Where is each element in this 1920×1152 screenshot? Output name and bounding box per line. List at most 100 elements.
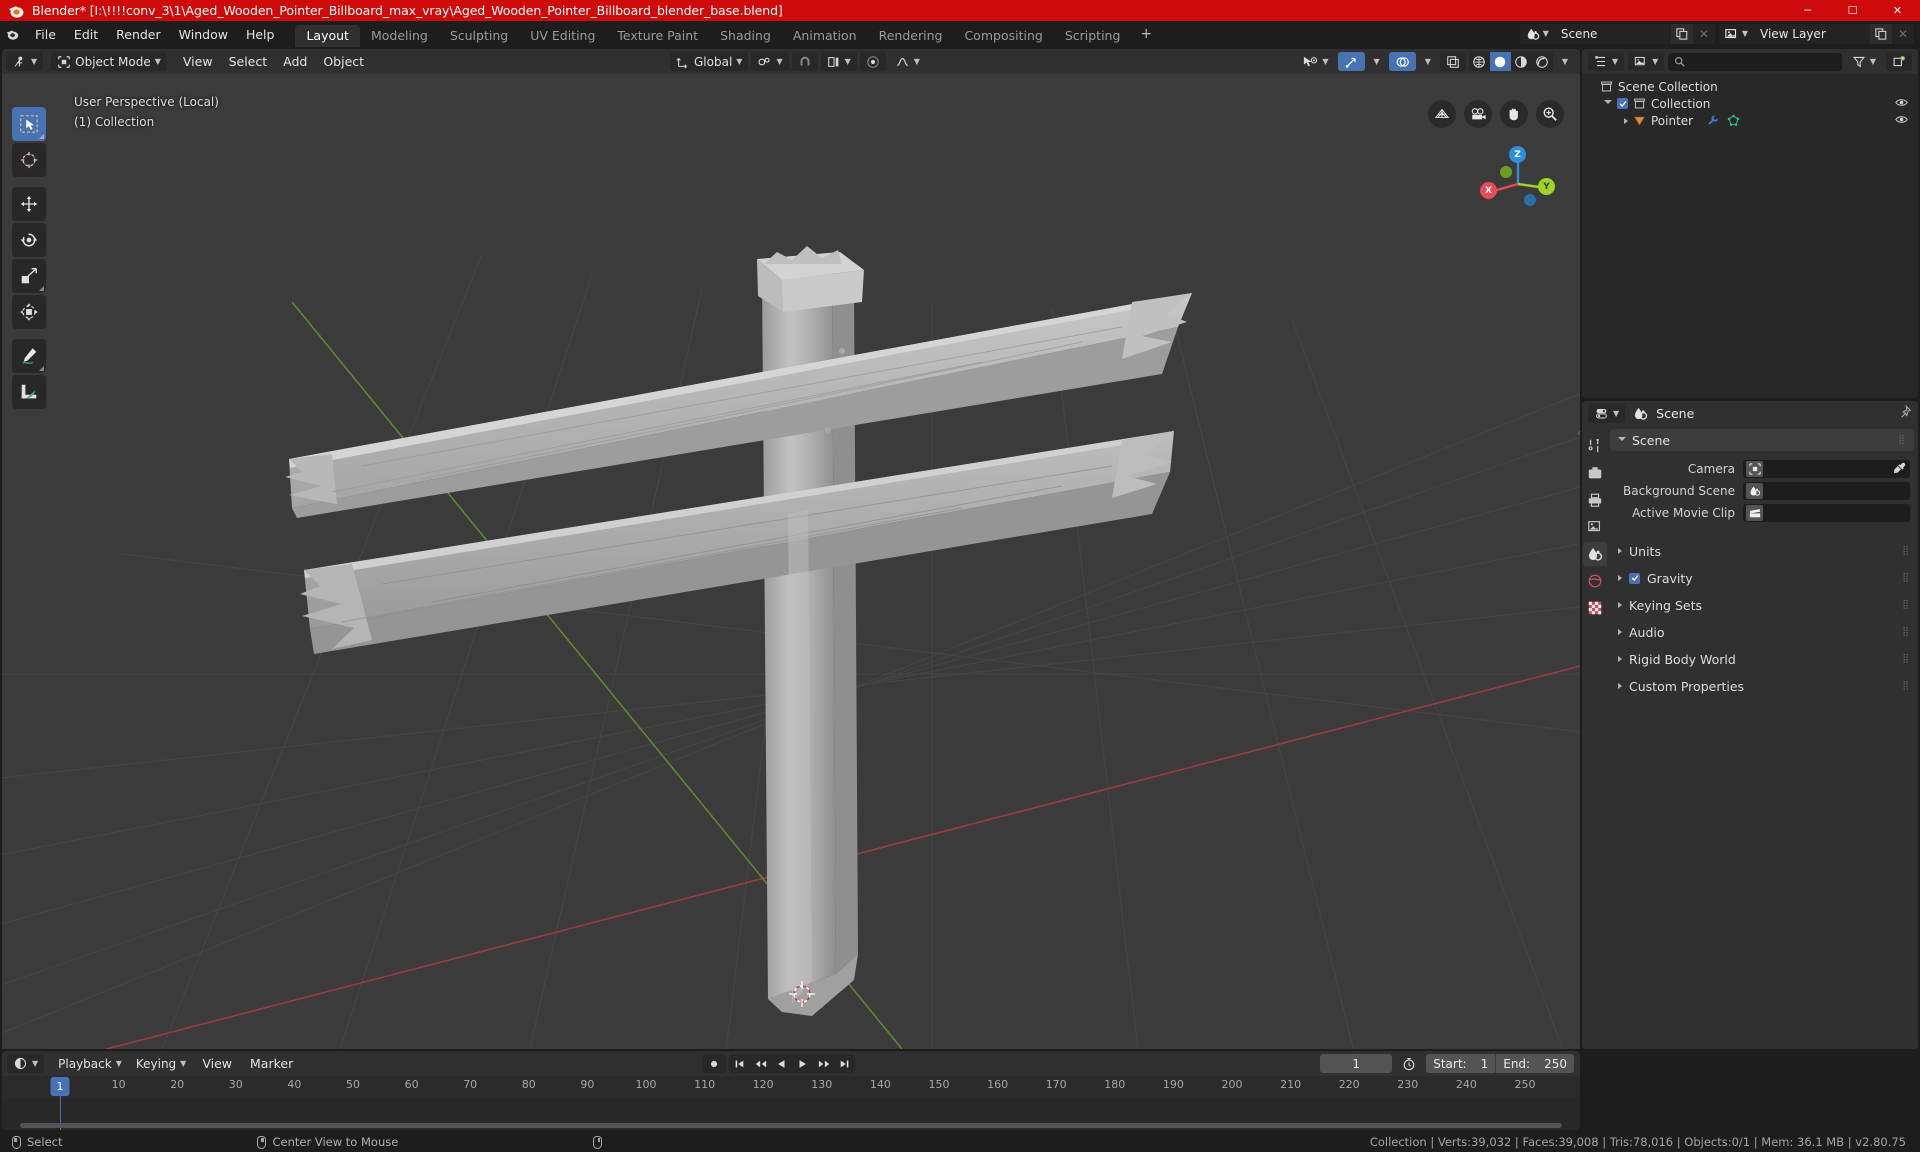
gizmo-axis-x[interactable]: X (1480, 182, 1497, 199)
snap-magnet-toggle[interactable] (791, 52, 818, 71)
jump-to-start-button[interactable] (729, 1054, 750, 1073)
properties-tab-world[interactable] (1583, 569, 1607, 593)
gravity-checkbox[interactable] (1629, 572, 1640, 584)
timeline-menu-playback[interactable]: Playback ▼ (52, 1054, 128, 1073)
xray-toggle[interactable] (1439, 52, 1466, 71)
jump-to-next-keyframe-button[interactable] (813, 1054, 834, 1073)
shading-mode-segment[interactable] (1468, 52, 1553, 71)
chevron-down-icon[interactable] (1618, 436, 1626, 444)
tab-shading[interactable]: Shading (709, 25, 782, 47)
scale-tool[interactable] (12, 259, 46, 293)
eyedropper-icon[interactable] (1893, 460, 1906, 479)
select-box-tool[interactable] (12, 107, 46, 141)
scene-new-button[interactable] (1670, 24, 1693, 44)
tab-compositing[interactable]: Compositing (953, 25, 1053, 47)
chevron-right-icon[interactable] (1618, 548, 1622, 554)
minimize-button[interactable]: ─ (1785, 0, 1830, 21)
outliner-tree[interactable]: Scene Collection Collection Pointer (1582, 74, 1918, 398)
snap-pivot-dropdown[interactable]: ▼ (751, 52, 789, 71)
pin-icon[interactable] (1898, 404, 1912, 423)
view-layer-new-button[interactable] (1870, 24, 1892, 44)
viewport-menu-view[interactable]: View (175, 52, 221, 71)
menu-help[interactable]: Help (237, 24, 284, 45)
properties-editor-type-button[interactable]: ▼ (1588, 404, 1626, 423)
use-preview-range-button[interactable] (1396, 1054, 1422, 1073)
hand-icon[interactable] (1500, 100, 1528, 128)
properties-tab-render[interactable] (1583, 461, 1607, 485)
chevron-right-icon[interactable] (1618, 602, 1622, 608)
mesh-data-icon[interactable] (1727, 114, 1740, 127)
grid-icon[interactable] (1428, 100, 1456, 128)
scene-remove-button[interactable]: ✕ (1692, 24, 1715, 44)
add-workspace-button[interactable]: + (1131, 25, 1161, 47)
measure-tool[interactable] (12, 375, 46, 409)
menu-file[interactable]: File (26, 24, 65, 45)
shading-options-dropdown[interactable]: ▼ (1556, 52, 1574, 71)
panel-header-gravity[interactable]: Gravity ⣿ (1608, 568, 1918, 588)
view-layer-remove-button[interactable]: ✕ (1892, 24, 1914, 44)
shading-solid-button[interactable] (1489, 52, 1511, 71)
zoom-icon[interactable] (1536, 100, 1564, 128)
snap-target-dropdown[interactable]: ▼ (820, 52, 857, 71)
blender-menu-icon[interactable] (0, 21, 26, 47)
scene-browse-icon[interactable]: ▼ (1519, 24, 1553, 44)
modifier-wrench-icon[interactable] (1706, 114, 1719, 127)
chevron-down-icon[interactable] (1604, 100, 1612, 107)
tab-modeling[interactable]: Modeling (360, 25, 439, 47)
overlays-options-dropdown[interactable]: ▼ (1419, 52, 1437, 71)
jump-to-end-button[interactable] (834, 1054, 855, 1073)
shading-wireframe-button[interactable] (1469, 52, 1490, 71)
outliner-display-mode-dropdown[interactable]: ▼ (1628, 52, 1665, 71)
viewport-menu-select[interactable]: Select (221, 52, 276, 71)
tab-uv-editing[interactable]: UV Editing (519, 25, 606, 47)
property-field-camera[interactable] (1743, 460, 1910, 478)
proportional-falloff-dropdown[interactable]: ▼ (889, 52, 926, 71)
outliner-editor-type-button[interactable]: ▼ (1588, 52, 1625, 71)
properties-tab-tool[interactable] (1583, 434, 1607, 458)
viewport-axis-gizmo[interactable]: Z X Y (1476, 142, 1560, 226)
proportional-edit-toggle[interactable] (859, 52, 886, 71)
tab-animation[interactable]: Animation (782, 25, 868, 47)
shading-material-preview-button[interactable] (1511, 52, 1532, 71)
cursor-tool[interactable] (12, 143, 46, 177)
timeline-ruler[interactable]: 10 20 30 40 50 60 70 80 90 100 110 120 130 140 150 160 1… (2, 1076, 1580, 1098)
outliner-search-input[interactable] (1668, 52, 1842, 71)
transform-orientation-dropdown[interactable]: Global ▼ (670, 52, 749, 71)
maximize-button[interactable]: ☐ (1830, 0, 1875, 21)
close-button[interactable]: ✕ (1875, 0, 1920, 21)
start-frame-value[interactable]: 1 (1474, 1057, 1496, 1071)
viewport-3d-canvas[interactable]: User Perspective (Local) (1) Collection (2, 74, 1580, 1049)
tab-texture-paint[interactable]: Texture Paint (606, 25, 709, 47)
shading-rendered-button[interactable] (1532, 52, 1553, 71)
playhead-indicator[interactable]: 1 (50, 1077, 70, 1096)
jump-to-previous-keyframe-button[interactable] (750, 1054, 771, 1073)
collection-checkbox[interactable] (1617, 98, 1628, 109)
object-mode-dropdown[interactable]: Object Mode ▼ (51, 52, 167, 71)
object-visibility-eye-icon[interactable] (1895, 114, 1908, 128)
view-layer-selector[interactable]: ▼ View Layer ✕ (1718, 24, 1914, 44)
view-layer-browse-icon[interactable]: ▼ (1718, 24, 1752, 44)
panel-header-rigid-body-world[interactable]: Rigid Body World ⣿ (1608, 649, 1918, 669)
properties-tab-scene[interactable] (1583, 542, 1607, 566)
end-frame-value[interactable]: 250 (1537, 1057, 1574, 1071)
timeline-editor-type-button[interactable]: ▼ (7, 1054, 45, 1073)
gizmo-options-dropdown[interactable]: ▼ (1368, 52, 1386, 71)
object-visibility-dropdown[interactable]: ▼ (1296, 52, 1334, 71)
timeline-horizontal-scrollbar[interactable] (20, 1123, 1562, 1128)
scene-selector[interactable]: ▼ Scene ✕ (1519, 24, 1715, 44)
panel-header-units[interactable]: Units ⣿ (1608, 541, 1918, 561)
rotate-tool[interactable] (12, 223, 46, 257)
transform-tool[interactable] (12, 295, 46, 329)
timeline-menu-view[interactable]: View (194, 1054, 240, 1073)
chevron-right-icon[interactable] (1624, 117, 1628, 124)
outliner-row-scene-collection[interactable]: Scene Collection (1582, 78, 1918, 95)
chevron-right-icon[interactable] (1618, 575, 1622, 581)
outliner-filter-button[interactable]: ▼ (1846, 52, 1882, 71)
frame-range-fields[interactable]: Start: 1 End: 250 (1426, 1054, 1574, 1073)
collection-visibility-eye-icon[interactable] (1895, 97, 1908, 111)
play-button[interactable] (792, 1054, 813, 1073)
menu-render[interactable]: Render (107, 24, 170, 45)
outliner-new-collection-button[interactable] (1886, 52, 1912, 71)
panel-header-keying-sets[interactable]: Keying Sets ⣿ (1608, 595, 1918, 615)
tab-scripting[interactable]: Scripting (1054, 25, 1132, 47)
